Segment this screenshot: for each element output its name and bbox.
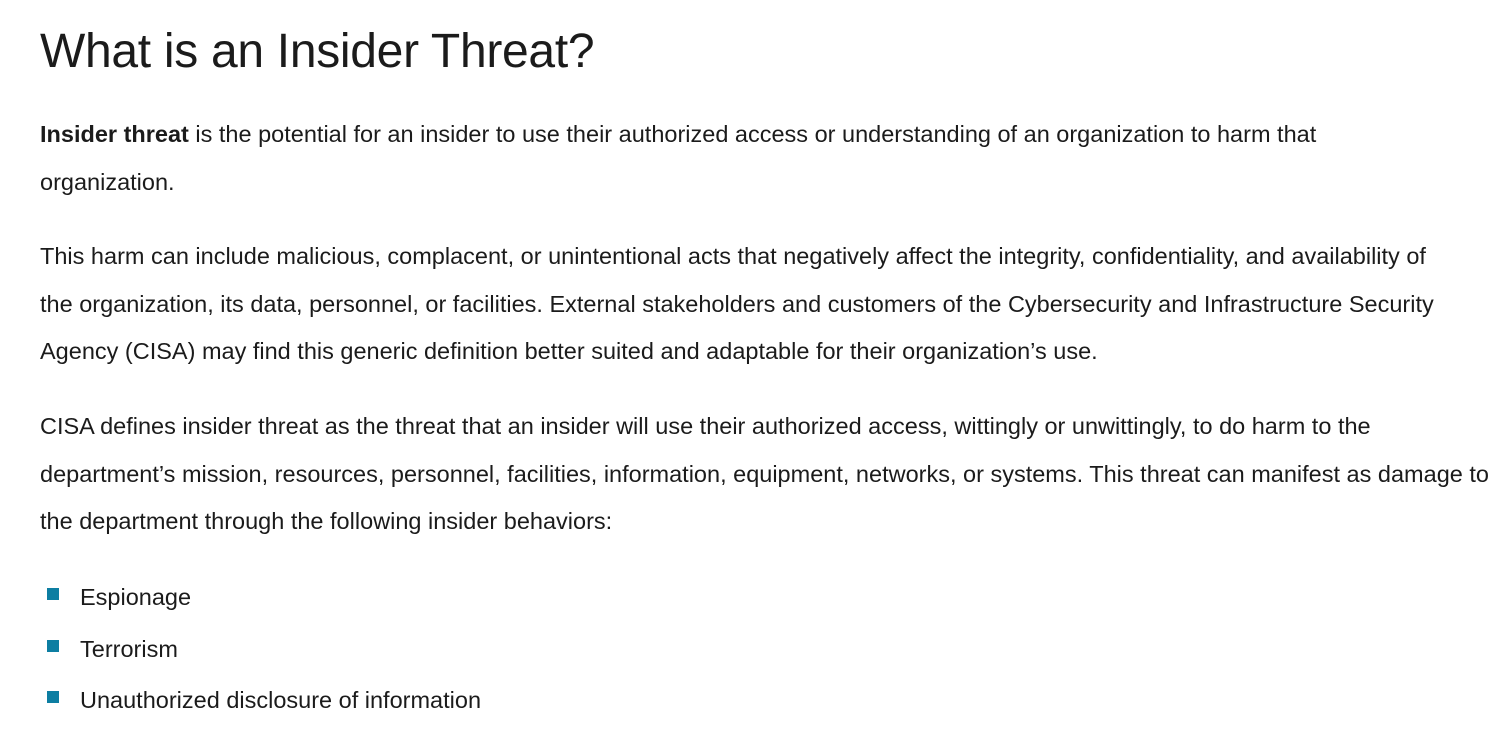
page-title: What is an Insider Threat? [40, 25, 595, 78]
list-item: Unauthorized disclosure of information [40, 675, 481, 727]
square-bullet-icon [47, 588, 59, 600]
insider-behaviors-list: Espionage Terrorism Unauthorized disclos… [40, 572, 481, 727]
definition-text: is the potential for an insider to use t… [40, 121, 1317, 195]
list-item: Espionage [40, 572, 481, 624]
list-item: Terrorism [40, 624, 481, 676]
harm-paragraph: This harm can include malicious, complac… [40, 243, 1434, 364]
definition-paragraph: Insider threat is the potential for an i… [40, 111, 1440, 206]
list-item-label: Unauthorized disclosure of information [80, 687, 482, 713]
square-bullet-icon [47, 639, 59, 652]
square-bullet-icon [47, 691, 59, 703]
list-item-label: Espionage [80, 584, 192, 610]
list-item-label: Terrorism [80, 635, 178, 662]
insider-threat-term: Insider threat [40, 121, 189, 147]
cisa-definition-paragraph: CISA defines insider threat as the threa… [40, 413, 1489, 534]
